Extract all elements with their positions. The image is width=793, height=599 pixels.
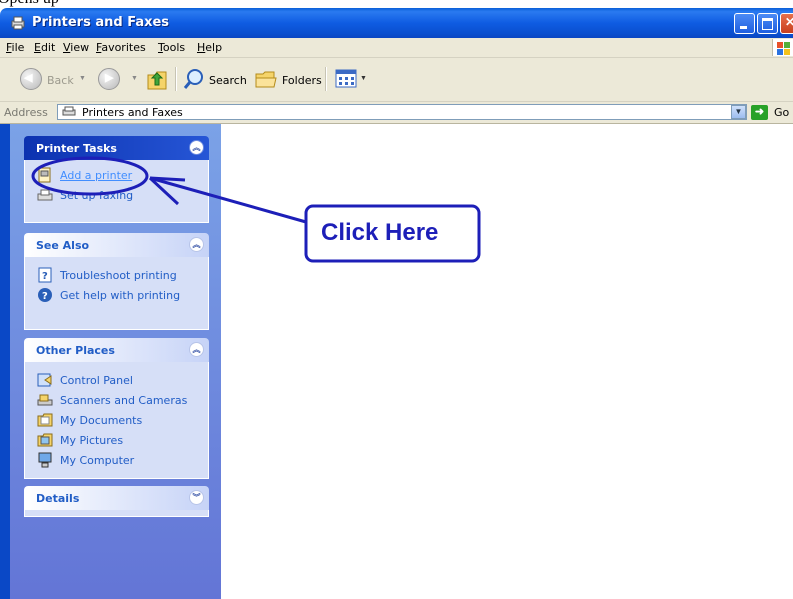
highlight-ellipse <box>31 156 149 196</box>
click-here-label: Click Here <box>321 219 439 246</box>
annotation-overlay <box>31 156 481 263</box>
